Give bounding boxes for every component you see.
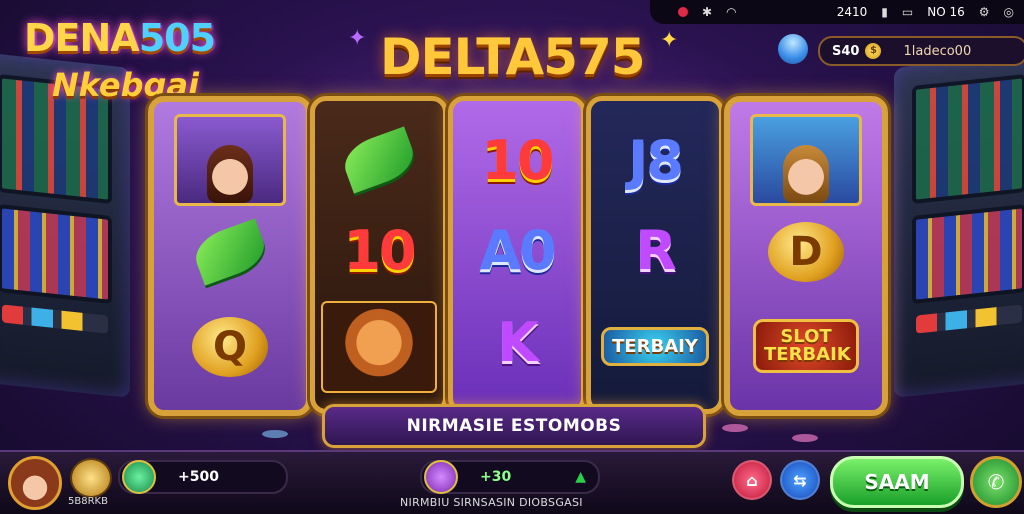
chip-decoration <box>722 424 748 432</box>
info-banner: NIRMASIE ESTOMOBS <box>322 404 706 448</box>
arrow-up-icon[interactable]: ▲ <box>575 469 586 485</box>
target-icon[interactable] <box>122 460 156 494</box>
signal-icon: ▮ <box>881 5 888 19</box>
reel-1: Q <box>148 96 312 416</box>
logo-line1: DENA <box>24 16 140 60</box>
chip-decoration <box>262 430 288 438</box>
cabinet-screen <box>912 74 1024 204</box>
gem-icon[interactable] <box>771 27 815 71</box>
slot-menu-icon[interactable] <box>70 458 112 498</box>
gold-coin-icon: Q <box>154 302 306 392</box>
slot-label: 5B8RKB <box>68 496 108 507</box>
reel-symbol: 10 <box>343 218 416 282</box>
wifi-icon: ◠ <box>726 5 737 19</box>
chip-decoration <box>792 434 818 442</box>
page-title: DELTA575 <box>380 28 646 86</box>
avatar[interactable] <box>8 456 62 510</box>
balance-display: +500 <box>118 460 288 494</box>
woman-portrait-icon <box>750 114 862 206</box>
star-icon: ✦ <box>660 28 679 53</box>
spin-button[interactable]: SAAM <box>830 456 964 508</box>
auto-spin-button[interactable]: ⇆ <box>780 460 820 500</box>
status-time: 2410 <box>836 5 868 19</box>
reel-symbol: J8 <box>628 128 684 192</box>
reel-2: 10 <box>310 96 448 414</box>
reel-symbol: K <box>497 310 539 374</box>
arcade-cabinet-right <box>894 52 1024 398</box>
gem-bet-icon <box>424 460 458 494</box>
green-leaf-icon <box>154 212 306 292</box>
footer-text: NIRMBIU SIRNSASIN DIOBSGASI <box>400 496 583 509</box>
reel-5: D SLOT TERBAIK <box>724 96 888 416</box>
phone-icon: ✆ <box>987 470 1005 494</box>
star-icon: ✦ <box>348 26 367 51</box>
reel-symbol: A0 <box>479 218 556 282</box>
gold-coin-icon: D <box>730 212 882 292</box>
battery-text: NO 16 <box>927 5 965 19</box>
record-icon <box>678 7 688 17</box>
currency-display[interactable]: S40 $ 1ladeco00 <box>818 36 1024 66</box>
cabinet-buttons <box>2 304 108 334</box>
refresh-icon: ⇆ <box>793 470 807 490</box>
reel-4: J8 R TERBAIY <box>586 96 724 414</box>
shiba-dog-icon <box>315 297 443 397</box>
reel-symbol: 10 <box>481 128 554 192</box>
slot-badge-icon: SLOT TERBAIK <box>730 298 882 394</box>
coin-icon: $ <box>865 43 882 59</box>
balance-value: +500 <box>178 469 219 485</box>
extra-button[interactable]: ✆ <box>970 456 1022 508</box>
bluetooth-icon: ✱ <box>702 5 713 19</box>
gift-button[interactable]: ⌂ <box>732 460 772 500</box>
status-bar: ✱ ◠ 2410 ▮ ▭ NO 16 ⚙ ◎ <box>650 0 1024 24</box>
bet-display[interactable]: +30 ▲ <box>420 460 600 494</box>
battery-icon: ▭ <box>901 5 914 19</box>
coin-balance: S40 <box>832 43 860 59</box>
globe-badge-icon: TERBAIY <box>591 301 719 391</box>
settings-icon[interactable]: ⚙ <box>979 5 990 19</box>
green-leaf-icon <box>315 115 443 205</box>
chat-icon[interactable]: ◎ <box>1004 5 1014 19</box>
woman-portrait-icon <box>174 114 286 206</box>
logo-line1-accent: 505 <box>138 16 216 60</box>
cabinet-screen <box>0 204 112 304</box>
bet-value: +30 <box>480 469 512 485</box>
gems-label: 1ladeco00 <box>903 43 972 59</box>
cabinet-screen <box>912 204 1024 304</box>
game-logo: DENA505 <box>24 16 216 60</box>
reel-symbol: R <box>635 218 677 282</box>
cabinet-buttons <box>916 304 1022 334</box>
reel-3: 10 A0 K <box>448 96 586 414</box>
gift-icon: ⌂ <box>746 470 758 490</box>
